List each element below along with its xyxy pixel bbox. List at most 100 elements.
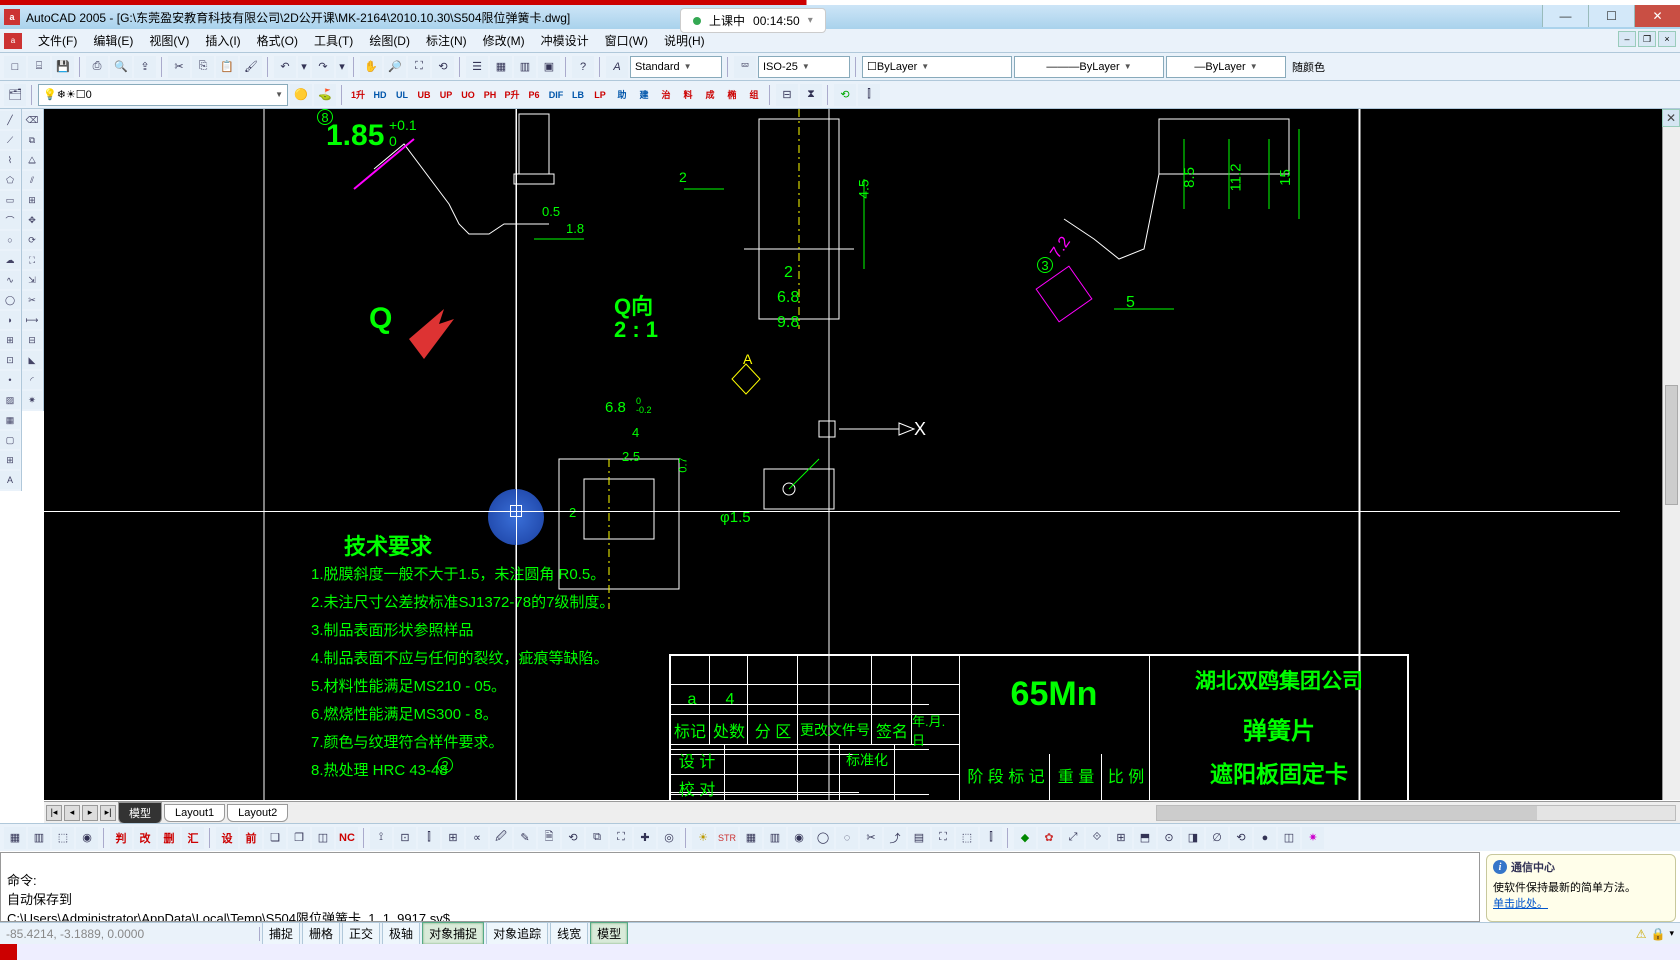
close-button[interactable]: ✕ xyxy=(1634,5,1680,27)
undo-icon[interactable]: ↶ xyxy=(274,56,296,78)
color-combo[interactable]: ☐ ByLayer▼ xyxy=(862,56,1012,78)
tb-b-39[interactable]: ◆ xyxy=(1014,827,1036,849)
tb-b-23[interactable]: ⟲ xyxy=(562,827,584,849)
undo-dropdown[interactable]: ▾ xyxy=(298,56,310,78)
menu-help[interactable]: 说明(H) xyxy=(656,30,713,51)
dim-btn-5[interactable]: UP xyxy=(436,85,456,105)
dimstyle-combo[interactable]: ISO-25▼ xyxy=(758,56,850,78)
tb-b-4[interactable]: ◉ xyxy=(76,827,98,849)
dim-btn-7[interactable]: PH xyxy=(480,85,500,105)
tb-b-2[interactable]: ▥ xyxy=(28,827,50,849)
help-icon[interactable]: ? xyxy=(572,56,594,78)
osnap-button[interactable]: 对象捕捉 xyxy=(422,922,484,945)
tb-b-18[interactable]: ⊞ xyxy=(442,827,464,849)
menu-app-icon[interactable]: a xyxy=(4,33,22,49)
dim-btn-13[interactable]: 助 xyxy=(612,85,632,105)
layermgr-icon[interactable]: 🗂 xyxy=(4,84,26,106)
tb-b-33[interactable]: ✂ xyxy=(860,827,882,849)
tab-model[interactable]: 模型 xyxy=(118,802,162,824)
tb-b-7[interactable]: 删 xyxy=(158,827,180,849)
tb-b-50[interactable]: ◫ xyxy=(1278,827,1300,849)
tb-b-30[interactable]: ◉ xyxy=(788,827,810,849)
tb-b-31[interactable]: ◯ xyxy=(812,827,834,849)
point-icon[interactable]: • xyxy=(0,371,20,389)
explode-icon[interactable]: ✷ xyxy=(22,391,42,409)
tb-b-45[interactable]: ⊙ xyxy=(1158,827,1180,849)
lineweight-combo[interactable]: — ByLayer▼ xyxy=(1166,56,1286,78)
tb-b-25[interactable]: ⛶ xyxy=(610,827,632,849)
tb-b-22[interactable]: 🗎 xyxy=(538,827,560,849)
mtext-icon[interactable]: A xyxy=(0,471,20,489)
tb-b-41[interactable]: ⤢ xyxy=(1062,827,1084,849)
save-icon[interactable]: 💾 xyxy=(52,56,74,78)
tb-b-6[interactable]: 改 xyxy=(134,827,156,849)
tab-nav-next[interactable]: ▸ xyxy=(82,805,98,821)
menu-view[interactable]: 视图(V) xyxy=(141,30,197,51)
tb-b-8[interactable]: 汇 xyxy=(182,827,204,849)
erase-icon[interactable]: ⌫ xyxy=(22,111,42,129)
tb-b-21[interactable]: ✎ xyxy=(514,827,536,849)
zoom-prev-icon[interactable]: ⟲ xyxy=(432,56,454,78)
dim-btn-16[interactable]: 料 xyxy=(678,85,698,105)
dim-style-icon[interactable]: ⫿ xyxy=(858,84,880,106)
print-icon[interactable]: ⎙ xyxy=(86,56,108,78)
block-icon[interactable]: ⊡ xyxy=(0,351,20,369)
dim-btn-15[interactable]: 治 xyxy=(656,85,676,105)
tb-b-47[interactable]: ∅ xyxy=(1206,827,1228,849)
tb-b-48[interactable]: ⟲ xyxy=(1230,827,1252,849)
menu-file[interactable]: 文件(F) xyxy=(30,30,85,51)
polygon-icon[interactable]: ⬠ xyxy=(0,171,20,189)
tb-b-17[interactable]: ⫿ xyxy=(418,827,440,849)
markup-icon[interactable]: ▣ xyxy=(538,56,560,78)
vertical-scrollbar[interactable] xyxy=(1662,109,1680,800)
copy-obj-icon[interactable]: ⧉ xyxy=(22,131,42,149)
grid-button[interactable]: 栅格 xyxy=(302,922,340,945)
tab-nav-last[interactable]: ▸| xyxy=(100,805,116,821)
dim-update-icon[interactable]: ⟲ xyxy=(834,84,856,106)
tb-b-51[interactable]: ✷ xyxy=(1302,827,1324,849)
spline-icon[interactable]: ∿ xyxy=(0,271,20,289)
break-icon[interactable]: ⊟ xyxy=(22,331,42,349)
tb-b-32[interactable]: ◌ xyxy=(836,827,858,849)
rotate-icon[interactable]: ⟳ xyxy=(22,231,42,249)
menu-window[interactable]: 窗口(W) xyxy=(597,30,656,51)
layer-combo[interactable]: 💡❄☀☐ 0▼ xyxy=(38,84,288,106)
mdi-restore-button[interactable]: ❐ xyxy=(1638,31,1656,47)
tab-nav-first[interactable]: |◂ xyxy=(46,805,62,821)
array-icon[interactable]: ⊞ xyxy=(22,191,42,209)
publish-icon[interactable]: ⇪ xyxy=(134,56,156,78)
open-icon[interactable]: ⌸ xyxy=(28,56,50,78)
layer-prev-icon[interactable]: 🟡 xyxy=(290,84,312,106)
tray-arrow-icon[interactable]: ▾ xyxy=(1669,928,1674,939)
menu-modify[interactable]: 修改(M) xyxy=(475,30,533,51)
tb-b-9[interactable]: 设 xyxy=(216,827,238,849)
tb-b-28[interactable]: ▦ xyxy=(740,827,762,849)
tb-b-str[interactable]: STR xyxy=(716,827,738,849)
dim-btn-11[interactable]: LB xyxy=(568,85,588,105)
lwt-button[interactable]: 线宽 xyxy=(550,922,588,945)
chamfer-icon[interactable]: ◣ xyxy=(22,351,42,369)
tool-palette-icon[interactable]: ▥ xyxy=(514,56,536,78)
tb-b-1[interactable]: ▦ xyxy=(4,827,26,849)
zoom-rt-icon[interactable]: 🔎 xyxy=(384,56,406,78)
tb-b-27[interactable]: ◎ xyxy=(658,827,680,849)
tab-layout2[interactable]: Layout2 xyxy=(227,804,288,822)
dim-btn-3[interactable]: UL xyxy=(392,85,412,105)
mirror-icon[interactable]: ⧋ xyxy=(22,151,42,169)
tb-b-49[interactable]: ● xyxy=(1254,827,1276,849)
region-icon[interactable]: ▢ xyxy=(0,431,20,449)
textstyle-combo[interactable]: Standard▼ xyxy=(630,56,722,78)
fillet-icon[interactable]: ◜ xyxy=(22,371,42,389)
design-center-icon[interactable]: ▦ xyxy=(490,56,512,78)
dim-aligned-icon[interactable]: ⧗ xyxy=(800,84,822,106)
new-icon[interactable]: □ xyxy=(4,56,26,78)
tab-layout1[interactable]: Layout1 xyxy=(164,804,225,822)
tb-b-20[interactable]: 🖉 xyxy=(490,827,512,849)
pan-icon[interactable]: ✋ xyxy=(360,56,382,78)
dim-btn-9[interactable]: P6 xyxy=(524,85,544,105)
tb-b-36[interactable]: ⛶ xyxy=(932,827,954,849)
line-icon[interactable]: ╱ xyxy=(0,111,20,129)
matchprop-icon[interactable]: 🖌 xyxy=(240,56,262,78)
layer-state-icon[interactable]: ⛳ xyxy=(314,84,336,106)
arc-icon[interactable]: ⌒ xyxy=(0,211,20,229)
